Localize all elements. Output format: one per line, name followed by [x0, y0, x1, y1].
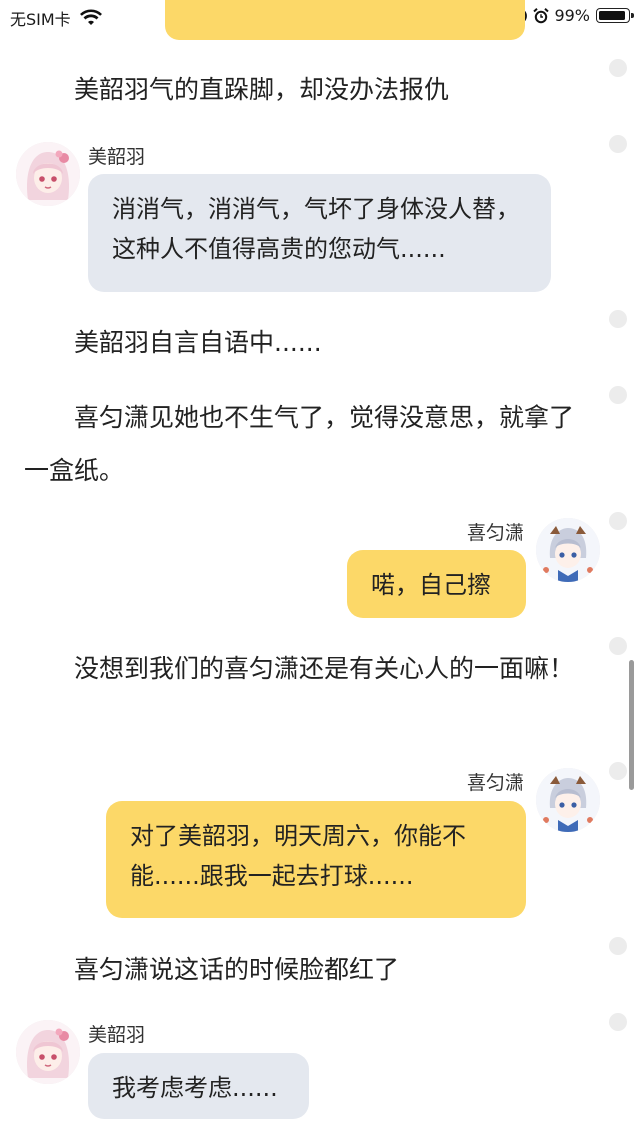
previous-message-bubble	[165, 0, 525, 40]
avatar-xiyunxiao[interactable]	[536, 518, 600, 582]
sender-name: 美韶羽	[88, 146, 146, 168]
rail-dot[interactable]	[609, 386, 627, 404]
rail-dot[interactable]	[609, 59, 627, 77]
rail-dot[interactable]	[609, 762, 627, 780]
status-right: 99%	[510, 6, 634, 25]
rail-dot[interactable]	[609, 512, 627, 530]
avatar-xiyunxiao[interactable]	[536, 768, 600, 832]
avatar-meishaoyu[interactable]	[16, 1020, 80, 1084]
sender-name: 美韶羽	[88, 1024, 146, 1046]
battery-nub	[631, 13, 634, 18]
message-bubble[interactable]: 消消气，消消气，气坏了身体没人替，这种人不值得高贵的您动气......	[88, 174, 551, 292]
battery-icon	[596, 8, 634, 23]
boy-avatar-icon	[536, 768, 600, 832]
girl-avatar-icon	[16, 142, 80, 206]
message-bubble[interactable]: 我考虑考虑......	[88, 1053, 309, 1119]
rail-dot[interactable]	[609, 310, 627, 328]
message-bubble[interactable]: 对了美韶羽，明天周六，你能不能......跟我一起去打球......	[106, 801, 526, 918]
rail-dot[interactable]	[609, 135, 627, 153]
rail-dot[interactable]	[609, 937, 627, 955]
alarm-clock-icon	[533, 7, 550, 23]
rail-dot[interactable]	[609, 1013, 627, 1031]
narration-text: 美韶羽气的直跺脚，却没办法报仇	[74, 75, 450, 104]
narration-text: 喜匀潇说这话的时候脸都红了	[74, 955, 400, 984]
girl-avatar-icon	[16, 1020, 80, 1084]
narration-text: 美韶羽自言自语中......	[74, 328, 322, 357]
message-bubble[interactable]: 喏，自己擦	[347, 550, 526, 618]
narration-text: 喜匀潇见她也不生气了，觉得没意思，就拿了一盒纸。	[24, 403, 575, 485]
battery-percent: 99%	[554, 6, 590, 25]
avatar-meishaoyu[interactable]	[16, 142, 80, 206]
battery-fill	[599, 11, 625, 20]
sender-name: 喜匀潇	[466, 522, 524, 544]
rail-dot[interactable]	[609, 637, 627, 655]
sender-name: 喜匀潇	[466, 772, 524, 794]
scrollbar[interactable]	[629, 660, 634, 790]
boy-avatar-icon	[536, 518, 600, 582]
narration-text: 没想到我们的喜匀潇还是有关心人的一面嘛！	[74, 654, 575, 683]
